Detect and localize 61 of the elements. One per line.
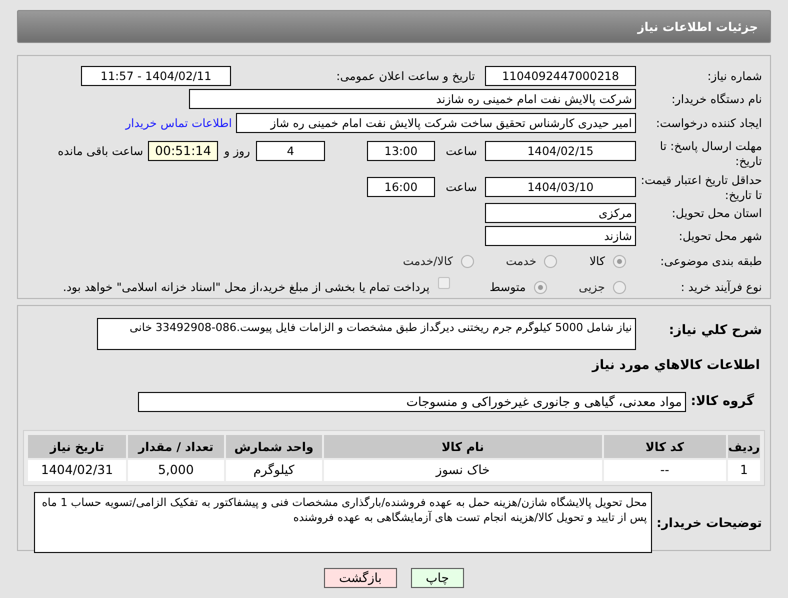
field-label: نام دستگاه خریدار:: [670, 91, 763, 108]
radio-button[interactable]: [534, 280, 547, 294]
back-button[interactable]: بازگشت: [324, 568, 397, 588]
field-label: حداقل تاریخ اعتبار قیمت: تا تاریخ:: [640, 173, 763, 203]
input-field[interactable]: مرکزی: [485, 203, 636, 223]
radio-label: خدمت: [506, 253, 536, 270]
radio-label: متوسط: [490, 279, 526, 296]
field-label: ساعت: [444, 143, 478, 160]
notes-field[interactable]: محل تحویل پالایشگاه شازن/هزینه حمل به عهده فروشنده/بارگذاری مشخصات فنی و پیشفاکتور به تفکیک الزامی/تسویه حساب 1 ماه پس از تایید و تحویل کالا/هزینه انجام تست های آزمایشگاهی به عهده فروشنده: [34, 492, 652, 553]
column-header: نام کالا: [324, 435, 602, 458]
field-label: ساعت باقی مانده: [58, 143, 144, 160]
checkbox-label: پرداخت تمام یا بخشی از مبلغ خرید،از محل "اسناد خزانه اسلامی" خواهد بود.: [62, 279, 431, 296]
input-field[interactable]: شرکت پالایش نفت امام خمینی ره شازند: [189, 89, 636, 109]
page-title: جزئیات اطلاعات نیاز: [637, 18, 758, 36]
table-cell: 1: [728, 460, 760, 481]
input-field[interactable]: 1104092447000218: [485, 66, 636, 86]
field-label: نوع فرآیند خرید :: [680, 279, 763, 296]
field-label: ساعت: [444, 179, 478, 196]
print-button[interactable]: چاپ: [410, 568, 464, 588]
input-field[interactable]: مواد معدنی، گیاهی و جانوری غیرخوراکی و منسوجات: [138, 392, 686, 412]
input-field[interactable]: 1404/02/15: [485, 141, 636, 161]
table-cell: --: [604, 460, 726, 481]
field-label: شرح کلي نياز:: [668, 322, 763, 340]
field-label: طبقه بندی موضوعی:: [659, 253, 763, 270]
input-field[interactable]: 1404/03/10: [485, 177, 636, 197]
column-header: ردیف: [728, 435, 760, 458]
radio-label: جزیی: [578, 279, 605, 296]
column-header: واحد شمارش: [226, 435, 322, 458]
field-label: تاریخ و ساعت اعلان عمومی:: [335, 68, 476, 85]
input-field[interactable]: امیر حیدری کارشناس تحقیق ساخت شرکت پالایش نفت امام خمینی ره شاز: [236, 113, 636, 133]
radio-button[interactable]: [613, 280, 626, 294]
radio-button[interactable]: [544, 254, 558, 268]
input-field[interactable]: 16:00: [367, 177, 435, 197]
description-field[interactable]: نیاز شامل 5000 کیلوگرم جرم ریختنی دیرگداز طبق مشخصات و الزامات فایل پیوست.086-33492908 خانی: [97, 318, 636, 350]
column-header: تعداد / مقدار: [128, 435, 224, 458]
field-label: شهر محل تحویل:: [678, 228, 763, 245]
radio-button[interactable]: [460, 254, 474, 268]
table-cell: 5,000: [128, 460, 224, 481]
field-label: گروه کالا:: [690, 392, 755, 411]
timer-field: 00:51:14: [148, 141, 218, 161]
input-field[interactable]: 13:00: [367, 141, 435, 161]
checkbox[interactable]: [438, 277, 450, 289]
section-title: اطلاعات کالاهاي مورد نياز: [592, 357, 761, 375]
field-label: روز و: [222, 143, 251, 160]
radio-button[interactable]: [613, 254, 626, 268]
table-cell: خاک نسوز: [324, 460, 602, 481]
field-label: ایجاد کننده درخواست:: [655, 115, 763, 132]
radio-label: کالا/خدمت: [402, 253, 453, 270]
contact-link[interactable]: اطلاعات تماس خریدار: [125, 113, 236, 133]
input-field[interactable]: 1404/02/11 - 11:57: [81, 66, 231, 86]
field-label: استان محل تحویل:: [670, 205, 763, 222]
field-label: مهلت ارسال پاسخ: تا تاریخ:: [658, 139, 763, 169]
field-label: توضیحات خریدار:: [655, 514, 763, 532]
field-label: شماره نیاز:: [706, 68, 763, 85]
radio-label: کالا: [589, 253, 605, 270]
input-field[interactable]: 4: [256, 141, 325, 161]
column-header: تاریخ نیاز: [28, 435, 126, 458]
table-cell: 1404/02/31: [28, 460, 126, 481]
column-header: کد کالا: [604, 435, 726, 458]
table-cell: کیلوگرم: [226, 460, 322, 481]
input-field[interactable]: شازند: [485, 226, 636, 246]
